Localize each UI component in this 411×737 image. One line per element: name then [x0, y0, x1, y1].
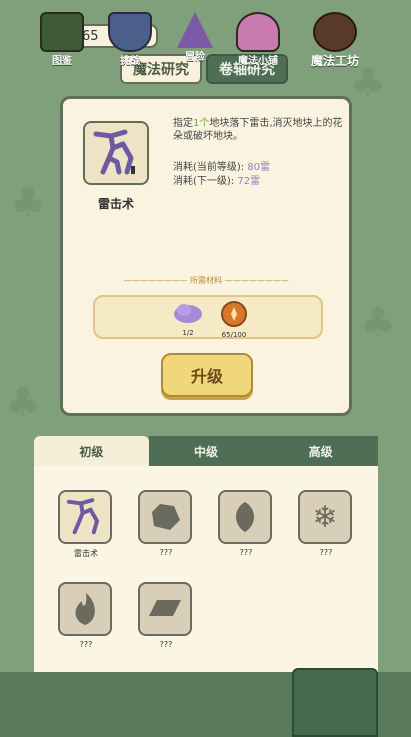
lightning-tree-icon [58, 490, 112, 544]
tree-decoration-icon: ♣ [360, 300, 396, 346]
spell-detail-card: 雷击术 指定1个地块落下雷击,消灭地块上的花朵或破坏地块。 消耗(当前等级): … [60, 96, 352, 416]
spell-slot-label: ??? [159, 548, 173, 557]
nav-magic-shop[interactable]: 魔法小铺 [228, 12, 288, 67]
cauldron-icon [313, 12, 357, 52]
snowflake-icon: ❄ [298, 490, 352, 544]
spell-slot-lightning[interactable]: 雷击术 [58, 490, 114, 559]
nav-codex[interactable]: 图鉴 [32, 12, 92, 67]
spells-grid: 雷击术 ??? ??? ❄ ??? ??? ??? [34, 466, 378, 676]
materials-title: ———————— 所需材料 ———————— [123, 276, 289, 285]
spell-slot-locked[interactable]: ??? [138, 582, 194, 649]
upgrade-button[interactable]: 升级 [161, 353, 253, 397]
spell-slot-label: ??? [79, 640, 93, 649]
nav-magic-workshop[interactable]: 魔法工坊 [305, 12, 365, 69]
book-icon [40, 12, 84, 52]
tier-tabs: 初级 中级 高级 [34, 436, 379, 466]
lightning-tree-icon [83, 121, 149, 185]
materials-box: 1/2 65/100 [93, 295, 323, 339]
shield-icon [108, 12, 152, 52]
spell-name: 雷击术 [97, 197, 134, 211]
gold-coin-icon [221, 301, 247, 327]
flame-icon [58, 582, 112, 636]
spell-cost: 消耗(当前等级): 80雷 消耗(下一级): 72雷 [173, 162, 271, 187]
spell-slot-locked[interactable]: ❄ ??? [298, 490, 354, 557]
material-item: 1/2 [171, 301, 205, 337]
wizard-hat-icon [177, 12, 213, 48]
leaf-icon [218, 490, 272, 544]
tab-basic[interactable]: 初级 [34, 436, 149, 466]
tree-decoration-icon: ♣ [10, 180, 46, 226]
rock-icon [138, 490, 192, 544]
ingot-icon [138, 582, 192, 636]
spell-description: 指定1个地块落下雷击,消灭地块上的花朵或破坏地块。 [173, 118, 343, 142]
potion-shop-icon [236, 12, 280, 52]
tab-advanced[interactable]: 高级 [263, 436, 379, 466]
purple-cloud-icon [174, 304, 202, 323]
material-item: 65/100 [217, 301, 251, 339]
spell-slot-locked[interactable]: ??? [138, 490, 194, 557]
nav-challenge[interactable]: 挑战 [100, 12, 160, 67]
nav-adventure[interactable]: 冒险 [165, 12, 225, 63]
spell-slot-locked[interactable]: ??? [218, 490, 274, 557]
tab-intermediate[interactable]: 中级 [148, 436, 264, 466]
spell-slot-label: ??? [159, 640, 173, 649]
spell-slot-label: 雷击术 [74, 549, 98, 558]
spell-slot-label: ??? [319, 548, 333, 557]
tree-decoration-icon: ♣ [5, 380, 41, 426]
spell-slot-locked[interactable]: ??? [58, 582, 114, 649]
material-count: 65/100 [221, 331, 247, 339]
material-count: 1/2 [182, 329, 194, 337]
nav-active-highlight [292, 668, 378, 737]
spell-slot-label: ??? [239, 548, 253, 557]
